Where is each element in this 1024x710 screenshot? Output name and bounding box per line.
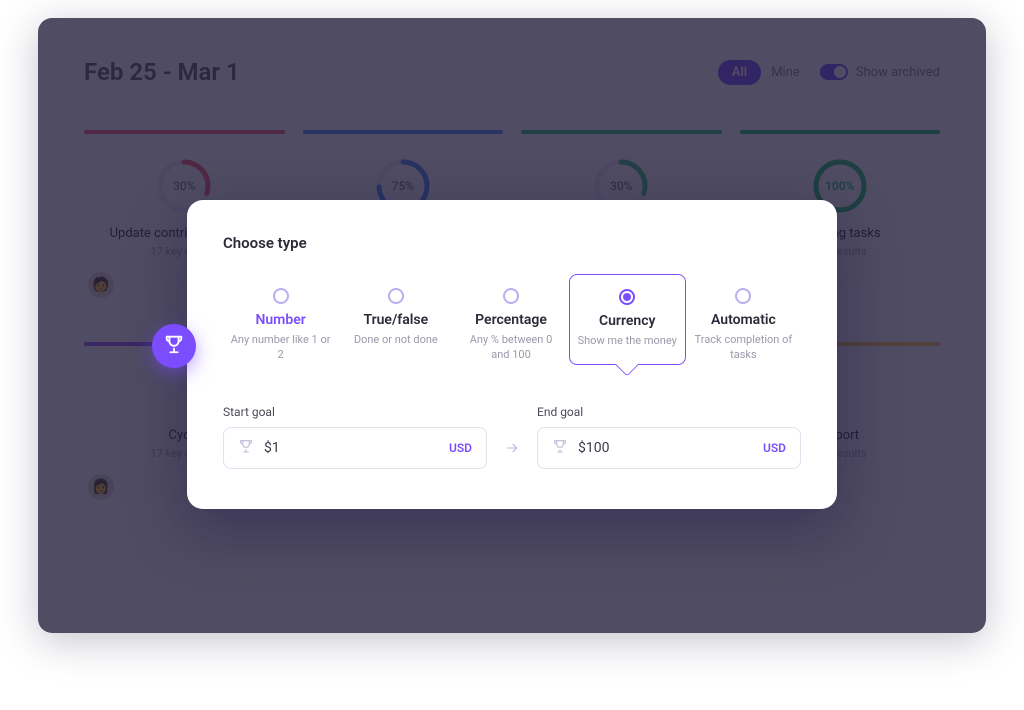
type-options: Number Any number like 1 or 2 True/false… — [223, 274, 801, 379]
end-goal-value[interactable]: $100 — [578, 440, 753, 456]
type-option-automatic[interactable]: Automatic Track completion of tasks — [686, 274, 801, 379]
type-option-currency[interactable]: Currency Show me the money — [569, 274, 686, 365]
type-option-number[interactable]: Number Any number like 1 or 2 — [223, 274, 338, 379]
radio-icon[interactable] — [619, 289, 635, 305]
radio-icon[interactable] — [273, 288, 289, 304]
radio-icon[interactable] — [735, 288, 751, 304]
type-name: Automatic — [692, 312, 795, 328]
type-name: Number — [229, 312, 332, 328]
type-desc: Track completion of tasks — [692, 332, 795, 363]
start-goal-unit: USD — [449, 441, 472, 455]
type-desc: Any number like 1 or 2 — [229, 332, 332, 363]
trophy-icon — [163, 333, 185, 359]
start-goal-label: Start goal — [223, 405, 487, 419]
trophy-badge[interactable] — [152, 324, 196, 368]
type-option-truefalse[interactable]: True/false Done or not done — [338, 274, 453, 363]
start-goal-value[interactable]: $1 — [264, 440, 439, 456]
type-desc: Any % between 0 and 100 — [459, 332, 562, 363]
type-desc: Show me the money — [576, 333, 679, 348]
radio-icon[interactable] — [388, 288, 404, 304]
end-goal-field[interactable]: $100 USD — [537, 427, 801, 469]
radio-icon[interactable] — [503, 288, 519, 304]
trophy-icon — [552, 438, 568, 458]
type-name: Currency — [576, 313, 679, 329]
trophy-icon — [238, 438, 254, 458]
type-name: Percentage — [459, 312, 562, 328]
goal-inputs-row: Start goal $1 USD End goal $100 USD — [223, 405, 801, 469]
end-goal-unit: USD — [763, 441, 786, 455]
arrow-right-icon — [503, 427, 521, 469]
type-name: True/false — [344, 312, 447, 328]
start-goal-field[interactable]: $1 USD — [223, 427, 487, 469]
modal-heading: Choose type — [223, 234, 801, 252]
end-goal-label: End goal — [537, 405, 801, 419]
type-desc: Done or not done — [344, 332, 447, 347]
choose-type-modal: Choose type Number Any number like 1 or … — [187, 200, 837, 509]
type-option-percentage[interactable]: Percentage Any % between 0 and 100 — [453, 274, 568, 379]
